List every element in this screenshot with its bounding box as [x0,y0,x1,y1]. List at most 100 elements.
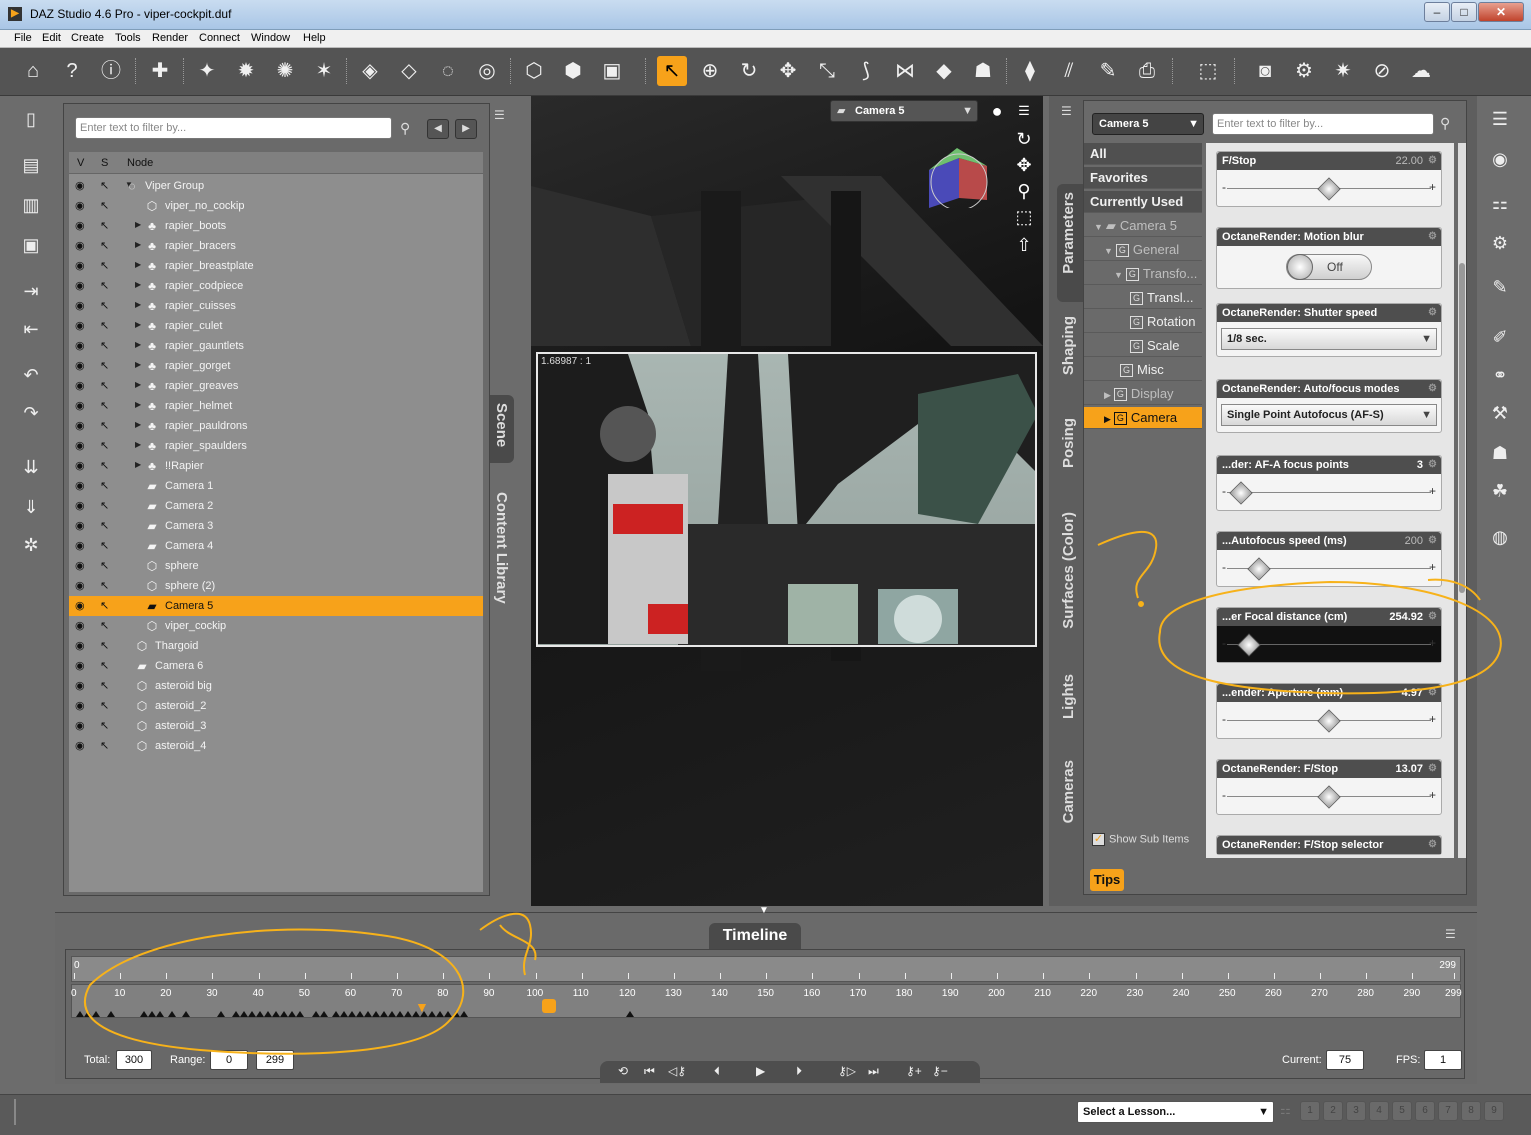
visibility-eye-icon[interactable]: ◉ [75,739,85,752]
visibility-eye-icon[interactable]: ◉ [75,519,85,532]
gear-icon[interactable]: ⚙ [1428,228,1437,246]
selectable-cursor-icon[interactable]: ↖ [100,599,109,612]
visibility-eye-icon[interactable]: ◉ [75,319,85,332]
visibility-eye-icon[interactable]: ◉ [75,419,85,432]
chevron-right-icon[interactable]: ▶ [135,240,141,249]
slider-knob[interactable] [1317,709,1341,733]
maximize-button[interactable]: □ [1451,2,1477,22]
drop-to-floor-icon[interactable]: ⇊ [16,452,46,482]
gear-icon[interactable]: ⚙ [1428,152,1437,170]
fps-input[interactable]: 1 [1424,1050,1462,1070]
figure-icon[interactable]: ☗ [1485,438,1515,468]
selectable-cursor-icon[interactable]: ↖ [100,239,109,252]
selectable-cursor-icon[interactable]: ↖ [100,379,109,392]
zero-figure-icon[interactable]: ⇓ [16,492,46,522]
menu-help[interactable]: Help [303,32,326,44]
property-group-item[interactable]: ▼ G Transfo... [1084,263,1202,285]
motion-blur-toggle[interactable]: Off [1286,254,1372,280]
parameter-select[interactable]: 1/8 sec. ▼ [1221,328,1437,350]
panel-options-icon[interactable]: ☰ [1061,104,1072,118]
selectable-cursor-icon[interactable]: ↖ [100,179,109,192]
visibility-eye-icon[interactable]: ◉ [75,699,85,712]
selectable-cursor-icon[interactable]: ↖ [100,419,109,432]
timeline-ruler[interactable]: 0 10 20 30 40 50 60 70 80 90 100 110 120 130 140 150 160… [71,984,1462,1018]
surface-tool-icon[interactable]: ◆ [929,56,959,86]
iray-icon[interactable]: ⊘ [1367,56,1397,86]
visibility-eye-icon[interactable]: ◉ [75,539,85,552]
decrement-icon[interactable]: - [1222,560,1226,574]
scene-filter-input[interactable]: Enter text to filter by... [75,117,392,139]
scene-row[interactable]: ◉ ↖ ▶ ♣ rapier_helmet [69,396,483,416]
tab-shaping[interactable]: Shaping [1057,310,1083,390]
minimize-button[interactable]: – [1424,2,1450,22]
parameter-select[interactable]: Single Point Autofocus (AF-S) ▼ [1221,404,1437,426]
decrement-icon[interactable]: - [1222,788,1226,802]
viewport-menu-icon[interactable]: ☰ [1013,100,1035,122]
increment-icon[interactable]: + [1429,484,1436,498]
lesson-nav-icon[interactable]: ⚏ [1280,1103,1291,1117]
rotate-tool-icon[interactable]: ↻ [734,56,764,86]
slider-knob[interactable] [1317,785,1341,809]
reset-view-icon[interactable]: ⇧ [1013,234,1035,256]
increment-icon[interactable]: + [1429,560,1436,574]
slider-knob[interactable] [1317,177,1341,201]
scene-row[interactable]: ◉ ↖ ▰ Camera 6 [69,656,483,676]
scene-row[interactable]: ◉ ↖ ▶ ♣ rapier_codpiece [69,276,483,296]
gear-icon[interactable]: ⚙ [1428,684,1437,702]
selectable-cursor-icon[interactable]: ↖ [100,719,109,732]
slider-knob[interactable] [1247,557,1271,581]
selectable-cursor-icon[interactable]: ↖ [100,199,109,212]
chevron-right-icon[interactable]: ▶ [135,400,141,409]
add-camera-icon[interactable]: ✚ [145,56,175,86]
go-to-start-icon[interactable]: ⏮ [644,1064,655,1079]
spotlight-icon[interactable]: ✦ [192,56,222,86]
column-selectable[interactable]: S [101,157,108,169]
selectable-cursor-icon[interactable]: ↖ [100,319,109,332]
scene-row[interactable]: ◉ ↖ ▰ Camera 1 [69,476,483,496]
scene-row[interactable]: ◉ ↖ ▰ Camera 3 [69,516,483,536]
property-group-item[interactable]: G Rotation [1084,311,1202,333]
whats-this-icon[interactable]: ? [57,56,87,86]
visibility-eye-icon[interactable]: ◉ [75,299,85,312]
menu-edit[interactable]: Edit [42,32,61,44]
scene-row[interactable]: ◉ ↖ ▶ ♣ rapier_culet [69,316,483,336]
menu-connect[interactable]: Connect [199,32,240,44]
slider-knob[interactable] [1229,481,1253,505]
column-node[interactable]: Node [127,157,153,169]
selectable-cursor-icon[interactable]: ↖ [100,619,109,632]
loop-icon[interactable]: ⟲ [618,1064,628,1078]
render-icon[interactable]: ◙ [1250,56,1280,86]
orbit-icon[interactable]: ↻ [1013,128,1035,150]
selectable-cursor-icon[interactable]: ↖ [100,559,109,572]
visibility-eye-icon[interactable]: ◉ [75,439,85,452]
menu-tools[interactable]: Tools [115,32,141,44]
lesson-step-button[interactable]: 3 [1346,1101,1366,1121]
slider-knob[interactable] [1237,633,1261,657]
nav-forward-button[interactable]: ▶ [455,119,477,139]
tips-button[interactable]: Tips [1090,869,1124,891]
chevron-right-icon[interactable]: ▶ [135,420,141,429]
visibility-eye-icon[interactable]: ◉ [75,579,85,592]
chevron-right-icon[interactable]: ▶ [135,340,141,349]
parameter-value[interactable]: 13.07 [1395,760,1423,778]
gear-icon[interactable]: ⚙ [1428,608,1437,626]
scene-row[interactable]: ◉ ↖ ▶ ♣ rapier_greaves [69,376,483,396]
decrement-icon[interactable]: - [1222,712,1226,726]
spot-render-icon[interactable]: ⫽ [1054,56,1084,86]
scene-row[interactable]: ◉ ↖ ▶ ♣ rapier_pauldrons [69,416,483,436]
help-icon[interactable]: ⓘ [96,56,126,86]
posing-tool-icon[interactable]: ☗ [968,56,998,86]
visibility-eye-icon[interactable]: ◉ [75,339,85,352]
parameters-camera-select[interactable]: Camera 5 ▼ [1092,113,1204,135]
chevron-right-icon[interactable]: ▶ [135,360,141,369]
current-frame-input[interactable]: 75 [1326,1050,1364,1070]
scene-row[interactable]: ◉ ↖ ▶ ♣ rapier_bracers [69,236,483,256]
import-icon[interactable]: ⇥ [16,276,46,306]
parameter-value[interactable]: 22.00 [1395,152,1423,170]
scrollbar-thumb[interactable] [1459,263,1465,593]
gear-icon[interactable]: ⚙ [1428,836,1437,854]
surfaces-icon[interactable]: ⚙ [1485,228,1515,258]
lesson-step-button[interactable]: 7 [1438,1101,1458,1121]
tab-lights[interactable]: Lights [1057,670,1083,730]
nav-back-button[interactable]: ◀ [427,119,449,139]
